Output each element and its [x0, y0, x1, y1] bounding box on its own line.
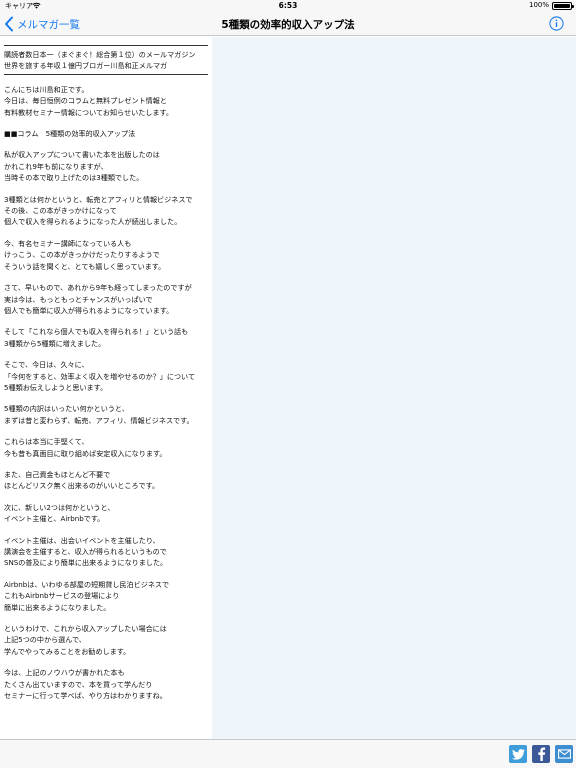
article-paragraphs: こんにちは川島和正です。今日は、毎日恒例のコラムと無料プレゼント情報と 有料教材セ…	[4, 84, 208, 702]
article-line: 3種類から5種類に増えました。	[4, 338, 106, 348]
article-line: SNSの普及により簡単に出来るようになりました。	[4, 558, 168, 568]
twitter-icon	[511, 748, 525, 760]
article-paragraph: そして「これなら個人でも収入を得られる！」という話も 3種類から5種類に増えました…	[4, 326, 208, 349]
mail-header: 購読者数日本一（まぐまぐ！総合第１位）のメールマガジン 世界を旅する年収１億円ブ…	[4, 46, 208, 74]
article-line: 3種類とは何かというと、転売とアフィリと情報ビジネスで	[4, 194, 193, 204]
chevron-left-icon	[5, 16, 13, 32]
facebook-share-button[interactable]	[532, 745, 550, 763]
article-line: 講演会を主催すると、収入が得られるというもので	[4, 547, 167, 556]
article-paragraph: というわけで、これから収入アップしたい場合には 上記5つの中から選んで、 学んでやっ…	[4, 623, 208, 657]
article-line: そこで、今日は、久々に、	[4, 360, 89, 370]
article-line: さて、早いもので、あれから9年も経ってしまったのですが	[4, 283, 192, 293]
article-line: イベント主催は、出会いイベントを主催したり、	[4, 535, 160, 545]
article-line: けっこう、この本がきっかけだったりするようで	[4, 250, 160, 260]
status-bar: キャリア 6:53 100%	[0, 0, 576, 12]
twitter-share-button[interactable]	[509, 745, 527, 763]
article-line: 「今何をすると、効率よく収入を増やせるのか？」について	[4, 371, 196, 381]
article-line: 次に、新しい2つは何かというと、	[4, 502, 115, 512]
article-line: これらは本当に手堅くて、	[4, 437, 89, 447]
article-line: 今も昔も真面目に取り組めば安定収入になります。	[4, 448, 167, 458]
mail-icon	[557, 749, 571, 759]
article-line: これもAirbnbサービスの登場により	[4, 591, 120, 601]
facebook-icon	[537, 747, 545, 761]
article-line: 5種類の内訳はいったい何かというと、	[4, 404, 129, 414]
mail-share-button[interactable]	[555, 745, 573, 763]
mail-header-line: 世界を旅する年収１億円ブロガー川島和正メルマガ	[4, 61, 168, 71]
article-line: 私が収入アップについて書いた本を出版したのは	[4, 150, 160, 160]
article-line: そういう話を聞くと、とても嬉しく思っています。	[4, 261, 166, 271]
navigation-bar: メルマガ一覧 5種類の効率的収入アップ法	[0, 12, 576, 36]
blank-pane	[212, 37, 576, 739]
article-line: 簡単に出来るようになりました。	[4, 602, 111, 612]
article-body: 購読者数日本一（まぐまぐ！総合第１位）のメールマガジン 世界を旅する年収１億円ブ…	[4, 45, 208, 701]
article-paragraph: 今は、上記のノウハウが書かれた本も たくさん出ていますので、本を買って学んだりセミ…	[4, 667, 208, 701]
article-line: また、自己資金もほとんど不要で	[4, 469, 111, 479]
article-paragraph: また、自己資金もほとんど不要でほとんどリスク無く出来るのがいいところです。	[4, 469, 208, 492]
article-paragraph: これらは本当に手堅くて、 今も昔も真面目に取り組めば安定収入になります。	[4, 436, 208, 459]
divider-bottom	[4, 73, 208, 75]
article-paragraph: 5種類の内訳はいったい何かというと、 まずは昔と変わらず、転売、アフィリ、情報ビジ…	[4, 403, 208, 426]
info-icon[interactable]	[549, 16, 564, 31]
article-line: その後、この本がきっかけになって	[4, 206, 117, 216]
article-paragraph: こんにちは川島和正です。今日は、毎日恒例のコラムと無料プレゼント情報と 有料教材セ…	[4, 84, 208, 118]
article-paragraph: 今、有名セミナー講師になっている人もけっこう、この本がきっかけだったりするようで…	[4, 238, 208, 272]
article-paragraph: そこで、今日は、久々に、 「今何をすると、効率よく収入を増やせるのか？」について 5…	[4, 359, 208, 393]
article-paragraph: 私が収入アップについて書いた本を出版したのは かれこれ9年も前になりますが、当時そ…	[4, 149, 208, 183]
share-toolbar	[0, 739, 576, 768]
article-line: たくさん出ていますので、本を買って学んだり	[4, 679, 153, 689]
article-paragraph: Airbnbは、いわゆる部屋の短期貸し民泊ビジネスで これもAirbnbサービスの…	[4, 579, 208, 613]
back-button[interactable]: メルマガ一覧	[4, 15, 80, 33]
article-line: 当時その本で取り上げたのは3種類でした。	[4, 173, 144, 183]
back-button-label: メルマガ一覧	[17, 18, 80, 31]
article-line: 5種類お伝えしようと思います。	[4, 382, 108, 392]
article-line: そして「これなら個人でも収入を得られる！」という話も	[4, 327, 189, 337]
content-area[interactable]: 購読者数日本一（まぐまぐ！総合第１位）のメールマガジン 世界を旅する年収１億円ブ…	[0, 37, 576, 739]
article-line: というわけで、これから収入アップしたい場合には	[4, 624, 167, 634]
article-paragraph: 3種類とは何かというと、転売とアフィリと情報ビジネスで その後、この本がきっかけに…	[4, 194, 208, 228]
article-paragraph: さて、早いもので、あれから9年も経ってしまったのですが 実は今は、もっともっとチャ…	[4, 282, 208, 316]
article-paragraph: イベント主催は、出会いイベントを主催したり、 講演会を主催すると、収入が得られると…	[4, 535, 208, 569]
article-line: セミナーに行って学べば、やり方はわかりますね。	[4, 691, 167, 701]
article-line: イベント主催と、Airbnbです。	[4, 514, 105, 524]
article-line: ほとんどリスク無く出来るのがいいところです。	[4, 481, 160, 491]
article-line: 有料教材セミナー情報についてお知らせいたします。	[4, 107, 173, 117]
article-line: 今は、上記のノウハウが書かれた本も	[4, 668, 125, 678]
article-line: かれこれ9年も前になりますが、	[4, 161, 108, 171]
page-title: 5種類の効率的収入アップ法	[221, 19, 355, 31]
article-line: 個人でも簡単に収入が得られるようになっています。	[4, 305, 174, 315]
article-line: 個人で収入を得られるようになった人が続出しました。	[4, 217, 182, 227]
article-line: 学んでやってみることをお勧めします。	[4, 646, 131, 656]
battery-icon	[552, 2, 574, 10]
article-paragraph: ■■コラム 5種類の効率的収入アップ法	[4, 128, 208, 139]
battery-percent: 100%	[528, 1, 549, 9]
article-line: ■■コラム 5種類の効率的収入アップ法	[4, 129, 136, 139]
article-paragraph: 次に、新しい2つは何かというと、 イベント主催と、Airbnbです。	[4, 502, 208, 525]
article-line: こんにちは川島和正です。	[4, 84, 89, 94]
article-line: 今、有名セミナー講師になっている人も	[4, 238, 132, 248]
article-line: まずは昔と変わらず、転売、アフィリ、情報ビジネスです。	[4, 415, 194, 425]
clock: 6:53	[278, 1, 298, 10]
article-line: Airbnbは、いわゆる部屋の短期貸し民泊ビジネスで	[4, 579, 170, 589]
article-line: 上記5つの中から選んで、	[4, 635, 86, 645]
mail-header-line: 購読者数日本一（まぐまぐ！総合第１位）のメールマガジン	[4, 50, 196, 59]
article-line: 実は今は、もっともっとチャンスがいっぱいで	[4, 294, 153, 304]
article-line: 今日は、毎日恒例のコラムと無料プレゼント情報と	[4, 96, 167, 106]
